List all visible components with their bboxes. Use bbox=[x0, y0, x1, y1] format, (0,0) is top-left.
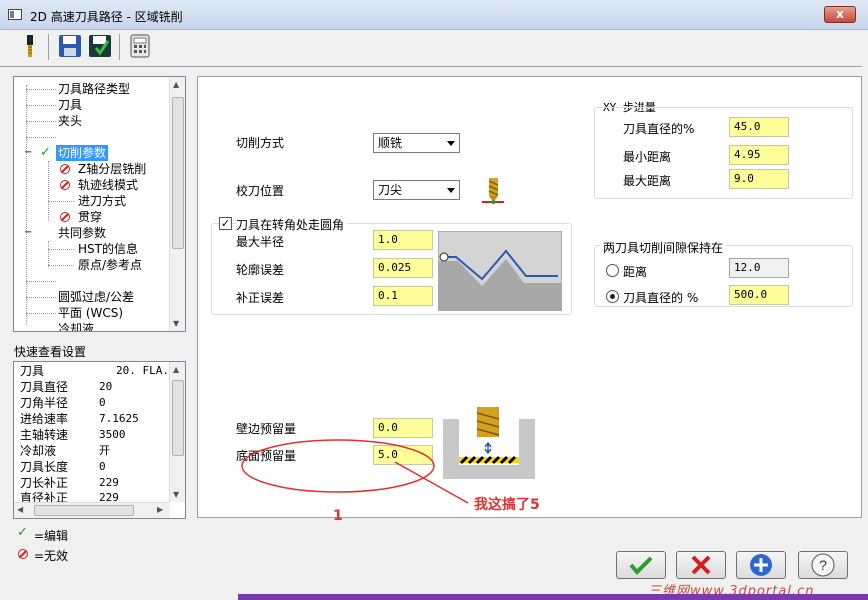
add-button[interactable] bbox=[736, 551, 786, 579]
ok-button[interactable] bbox=[616, 551, 666, 579]
check-icon bbox=[629, 556, 653, 575]
cross-icon bbox=[691, 555, 711, 575]
help-button[interactable]: ? bbox=[798, 551, 848, 579]
annotation-number: 1 bbox=[333, 508, 343, 524]
background-strip bbox=[238, 594, 868, 600]
svg-text:?: ? bbox=[819, 557, 827, 573]
help-icon: ? bbox=[811, 553, 835, 577]
annotation-text: 我这搞了5 bbox=[474, 497, 540, 513]
cancel-button[interactable] bbox=[676, 551, 726, 579]
plus-icon bbox=[750, 554, 772, 576]
annotation-overlay bbox=[241, 439, 469, 504]
